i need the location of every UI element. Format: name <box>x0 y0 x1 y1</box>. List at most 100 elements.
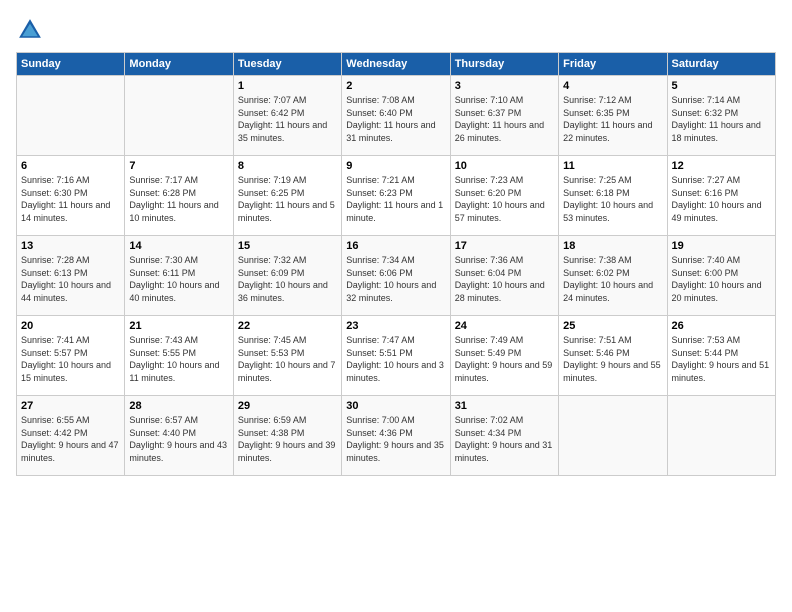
day-number: 9 <box>346 160 445 172</box>
calendar-cell: 14 Sunrise: 7:30 AM Sunset: 6:11 PM Dayli… <box>125 236 233 316</box>
day-info: Sunrise: 7:49 AM Sunset: 5:49 PM Dayligh… <box>455 334 554 384</box>
calendar-cell <box>667 396 775 476</box>
calendar-cell: 18 Sunrise: 7:38 AM Sunset: 6:02 PM Dayli… <box>559 236 667 316</box>
day-number: 18 <box>563 240 662 252</box>
day-info: Sunrise: 7:07 AM Sunset: 6:42 PM Dayligh… <box>238 94 337 144</box>
day-number: 13 <box>21 240 120 252</box>
day-info: Sunrise: 7:45 AM Sunset: 5:53 PM Dayligh… <box>238 334 337 384</box>
dow-thursday: Thursday <box>450 53 558 76</box>
day-number: 5 <box>672 80 771 92</box>
calendar-cell: 26 Sunrise: 7:53 AM Sunset: 5:44 PM Dayli… <box>667 316 775 396</box>
calendar-cell: 24 Sunrise: 7:49 AM Sunset: 5:49 PM Dayli… <box>450 316 558 396</box>
week-row-1: 6 Sunrise: 7:16 AM Sunset: 6:30 PM Daylig… <box>17 156 776 236</box>
week-row-0: 1 Sunrise: 7:07 AM Sunset: 6:42 PM Daylig… <box>17 76 776 156</box>
day-info: Sunrise: 7:47 AM Sunset: 5:51 PM Dayligh… <box>346 334 445 384</box>
day-number: 1 <box>238 80 337 92</box>
day-info: Sunrise: 7:02 AM Sunset: 4:34 PM Dayligh… <box>455 414 554 464</box>
calendar-cell: 6 Sunrise: 7:16 AM Sunset: 6:30 PM Daylig… <box>17 156 125 236</box>
day-info: Sunrise: 7:32 AM Sunset: 6:09 PM Dayligh… <box>238 254 337 304</box>
day-info: Sunrise: 7:40 AM Sunset: 6:00 PM Dayligh… <box>672 254 771 304</box>
dow-saturday: Saturday <box>667 53 775 76</box>
day-number: 4 <box>563 80 662 92</box>
calendar-cell: 5 Sunrise: 7:14 AM Sunset: 6:32 PM Daylig… <box>667 76 775 156</box>
calendar-cell: 10Sunrise: 7:23 AM Sunset: 6:20 PM Dayli… <box>450 156 558 236</box>
day-number: 10 <box>455 160 554 172</box>
day-info: Sunrise: 7:53 AM Sunset: 5:44 PM Dayligh… <box>672 334 771 384</box>
day-number: 30 <box>346 400 445 412</box>
calendar-cell: 27Sunrise: 6:55 AM Sunset: 4:42 PM Dayli… <box>17 396 125 476</box>
day-number: 23 <box>346 320 445 332</box>
calendar-cell: 9 Sunrise: 7:21 AM Sunset: 6:23 PM Daylig… <box>342 156 450 236</box>
day-info: Sunrise: 7:34 AM Sunset: 6:06 PM Dayligh… <box>346 254 445 304</box>
calendar-body: 1 Sunrise: 7:07 AM Sunset: 6:42 PM Daylig… <box>17 76 776 476</box>
calendar-cell <box>559 396 667 476</box>
calendar-cell: 4 Sunrise: 7:12 AM Sunset: 6:35 PM Daylig… <box>559 76 667 156</box>
calendar-cell: 20Sunrise: 7:41 AM Sunset: 5:57 PM Dayli… <box>17 316 125 396</box>
day-number: 22 <box>238 320 337 332</box>
day-info: Sunrise: 7:30 AM Sunset: 6:11 PM Dayligh… <box>129 254 228 304</box>
day-number: 26 <box>672 320 771 332</box>
calendar-cell: 21Sunrise: 7:43 AM Sunset: 5:55 PM Dayli… <box>125 316 233 396</box>
calendar-cell: 22 Sunrise: 7:45 AM Sunset: 5:53 PM Dayli… <box>233 316 341 396</box>
calendar-cell: 12 Sunrise: 7:27 AM Sunset: 6:16 PM Dayli… <box>667 156 775 236</box>
dow-wednesday: Wednesday <box>342 53 450 76</box>
day-info: Sunrise: 6:57 AM Sunset: 4:40 PM Dayligh… <box>129 414 228 464</box>
calendar-cell: 23 Sunrise: 7:47 AM Sunset: 5:51 PM Dayli… <box>342 316 450 396</box>
day-number: 24 <box>455 320 554 332</box>
calendar-table: SundayMondayTuesdayWednesdayThursdayFrid… <box>16 52 776 476</box>
days-of-week-header: SundayMondayTuesdayWednesdayThursdayFrid… <box>17 53 776 76</box>
day-info: Sunrise: 7:27 AM Sunset: 6:16 PM Dayligh… <box>672 174 771 224</box>
day-number: 29 <box>238 400 337 412</box>
calendar-cell: 7 Sunrise: 7:17 AM Sunset: 6:28 PM Daylig… <box>125 156 233 236</box>
day-info: Sunrise: 7:38 AM Sunset: 6:02 PM Dayligh… <box>563 254 662 304</box>
week-row-3: 20Sunrise: 7:41 AM Sunset: 5:57 PM Dayli… <box>17 316 776 396</box>
day-info: Sunrise: 7:19 AM Sunset: 6:25 PM Dayligh… <box>238 174 337 224</box>
calendar-cell: 1 Sunrise: 7:07 AM Sunset: 6:42 PM Daylig… <box>233 76 341 156</box>
day-info: Sunrise: 7:00 AM Sunset: 4:36 PM Dayligh… <box>346 414 445 464</box>
calendar-cell: 13 Sunrise: 7:28 AM Sunset: 6:13 PM Dayli… <box>17 236 125 316</box>
day-number: 16 <box>346 240 445 252</box>
day-info: Sunrise: 6:59 AM Sunset: 4:38 PM Dayligh… <box>238 414 337 464</box>
day-info: Sunrise: 7:36 AM Sunset: 6:04 PM Dayligh… <box>455 254 554 304</box>
day-info: Sunrise: 7:16 AM Sunset: 6:30 PM Dayligh… <box>21 174 120 224</box>
day-info: Sunrise: 7:14 AM Sunset: 6:32 PM Dayligh… <box>672 94 771 144</box>
day-number: 28 <box>129 400 228 412</box>
day-number: 14 <box>129 240 228 252</box>
calendar-cell: 30 Sunrise: 7:00 AM Sunset: 4:36 PM Dayli… <box>342 396 450 476</box>
calendar-cell: 11 Sunrise: 7:25 AM Sunset: 6:18 PM Dayli… <box>559 156 667 236</box>
day-number: 27 <box>21 400 120 412</box>
day-number: 6 <box>21 160 120 172</box>
calendar-cell: 19 Sunrise: 7:40 AM Sunset: 6:00 PM Dayli… <box>667 236 775 316</box>
calendar-cell: 29 Sunrise: 6:59 AM Sunset: 4:38 PM Dayli… <box>233 396 341 476</box>
day-number: 12 <box>672 160 771 172</box>
day-info: Sunrise: 7:10 AM Sunset: 6:37 PM Dayligh… <box>455 94 554 144</box>
day-number: 20 <box>21 320 120 332</box>
day-number: 15 <box>238 240 337 252</box>
day-number: 3 <box>455 80 554 92</box>
logo <box>16 16 48 44</box>
day-number: 2 <box>346 80 445 92</box>
dow-monday: Monday <box>125 53 233 76</box>
calendar-cell: 15 Sunrise: 7:32 AM Sunset: 6:09 PM Dayli… <box>233 236 341 316</box>
day-number: 8 <box>238 160 337 172</box>
dow-tuesday: Tuesday <box>233 53 341 76</box>
dow-friday: Friday <box>559 53 667 76</box>
week-row-2: 13 Sunrise: 7:28 AM Sunset: 6:13 PM Dayli… <box>17 236 776 316</box>
day-number: 17 <box>455 240 554 252</box>
day-info: Sunrise: 7:25 AM Sunset: 6:18 PM Dayligh… <box>563 174 662 224</box>
day-number: 31 <box>455 400 554 412</box>
day-info: Sunrise: 7:28 AM Sunset: 6:13 PM Dayligh… <box>21 254 120 304</box>
day-number: 11 <box>563 160 662 172</box>
calendar-cell <box>125 76 233 156</box>
calendar-cell <box>17 76 125 156</box>
day-info: Sunrise: 7:17 AM Sunset: 6:28 PM Dayligh… <box>129 174 228 224</box>
calendar-cell: 28 Sunrise: 6:57 AM Sunset: 4:40 PM Dayli… <box>125 396 233 476</box>
day-info: Sunrise: 7:12 AM Sunset: 6:35 PM Dayligh… <box>563 94 662 144</box>
calendar-cell: 8 Sunrise: 7:19 AM Sunset: 6:25 PM Daylig… <box>233 156 341 236</box>
dow-sunday: Sunday <box>17 53 125 76</box>
calendar-cell: 16 Sunrise: 7:34 AM Sunset: 6:06 PM Dayli… <box>342 236 450 316</box>
day-info: Sunrise: 7:21 AM Sunset: 6:23 PM Dayligh… <box>346 174 445 224</box>
calendar-cell: 25Sunrise: 7:51 AM Sunset: 5:46 PM Dayli… <box>559 316 667 396</box>
day-number: 19 <box>672 240 771 252</box>
day-number: 7 <box>129 160 228 172</box>
